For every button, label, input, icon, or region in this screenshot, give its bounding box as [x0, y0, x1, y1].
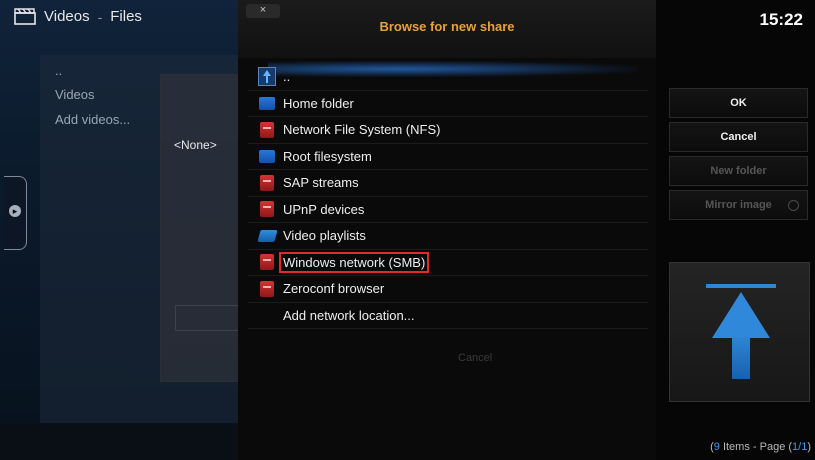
network-drive-icon — [258, 200, 276, 218]
list-item-label: .. — [283, 69, 291, 85]
source-selector[interactable]: <None> — [174, 138, 217, 152]
folder-icon — [258, 147, 276, 165]
subsection-title: Files — [110, 8, 142, 25]
mirror-image-toggle[interactable]: Mirror image — [669, 190, 808, 220]
list-item-label: Network File System (NFS) — [283, 122, 441, 138]
list-item[interactable]: UPnP devices — [248, 197, 648, 223]
list-item[interactable]: Zeroconf browser — [248, 276, 648, 303]
folder-icon — [258, 94, 276, 112]
open-folder-icon — [256, 227, 278, 245]
list-item[interactable]: SAP streams — [248, 170, 648, 197]
browse-dialog: × Browse for new share .. Home folder Ne… — [238, 0, 656, 460]
list-item-label: Add network location... — [283, 307, 415, 323]
network-drive-icon — [258, 121, 276, 139]
list-item-focused[interactable]: Windows network (SMB) — [248, 250, 648, 276]
window-title: Videos - Files — [14, 8, 142, 25]
list-item-label: Windows network (SMB) — [279, 251, 430, 273]
list-item-videos[interactable]: Videos — [55, 87, 95, 102]
title-separator: - — [97, 8, 103, 25]
parent-folder-icon — [258, 67, 276, 87]
list-item[interactable]: Network File System (NFS) — [248, 117, 648, 144]
network-drive-icon — [258, 253, 276, 271]
list-item-label: SAP streams — [283, 175, 359, 191]
network-drive-icon — [258, 280, 276, 298]
page-number: 1/1 — [792, 441, 808, 453]
mirror-image-label: Mirror image — [705, 199, 772, 211]
radio-icon — [788, 199, 799, 211]
page-close-paren: ) — [807, 441, 811, 453]
close-button[interactable]: × — [246, 4, 280, 18]
blank-icon — [258, 306, 276, 324]
page-items-text: Items - Page ( — [719, 441, 793, 453]
new-folder-button[interactable]: New folder — [669, 156, 808, 186]
list-item-label: Home folder — [283, 95, 354, 111]
chevron-right-icon: ▸ — [9, 205, 21, 217]
list-item[interactable]: Root filesystem — [248, 144, 648, 170]
network-drive-icon — [258, 174, 276, 192]
list-item[interactable]: Video playlists — [248, 223, 648, 250]
side-menu-handle[interactable]: ▸ — [4, 176, 27, 250]
right-panel: 15:22 OK Cancel New folder Mirror image … — [656, 0, 815, 460]
list-item-label: Root filesystem — [283, 148, 372, 164]
list-item[interactable]: .. — [248, 64, 648, 91]
cancel-button[interactable]: Cancel — [669, 122, 808, 152]
list-item-parent[interactable]: .. — [55, 63, 62, 78]
bottom-bar — [0, 424, 238, 460]
list-item[interactable]: Home folder — [248, 91, 648, 117]
page-indicator: (9 Items - Page (1/1) — [710, 441, 811, 453]
list-item-label: UPnP devices — [283, 201, 365, 217]
section-title: Videos — [44, 8, 90, 25]
preview-thumbnail — [669, 262, 810, 402]
list-item[interactable]: Add network location... — [248, 303, 648, 329]
video-clapper-icon — [14, 8, 36, 25]
dialog-title: Browse for new share — [379, 19, 515, 34]
add-source-dialog — [160, 74, 239, 382]
source-name-input[interactable] — [175, 305, 239, 331]
list-item-add-videos[interactable]: Add videos... — [55, 112, 130, 127]
list-item-label: Video playlists — [283, 228, 366, 244]
share-list: .. Home folder Network File System (NFS)… — [248, 64, 648, 329]
list-item-label: Zeroconf browser — [283, 281, 385, 297]
clock: 15:22 — [759, 10, 803, 29]
background-cancel-text: Cancel — [458, 352, 493, 364]
ok-button[interactable]: OK — [669, 88, 808, 118]
